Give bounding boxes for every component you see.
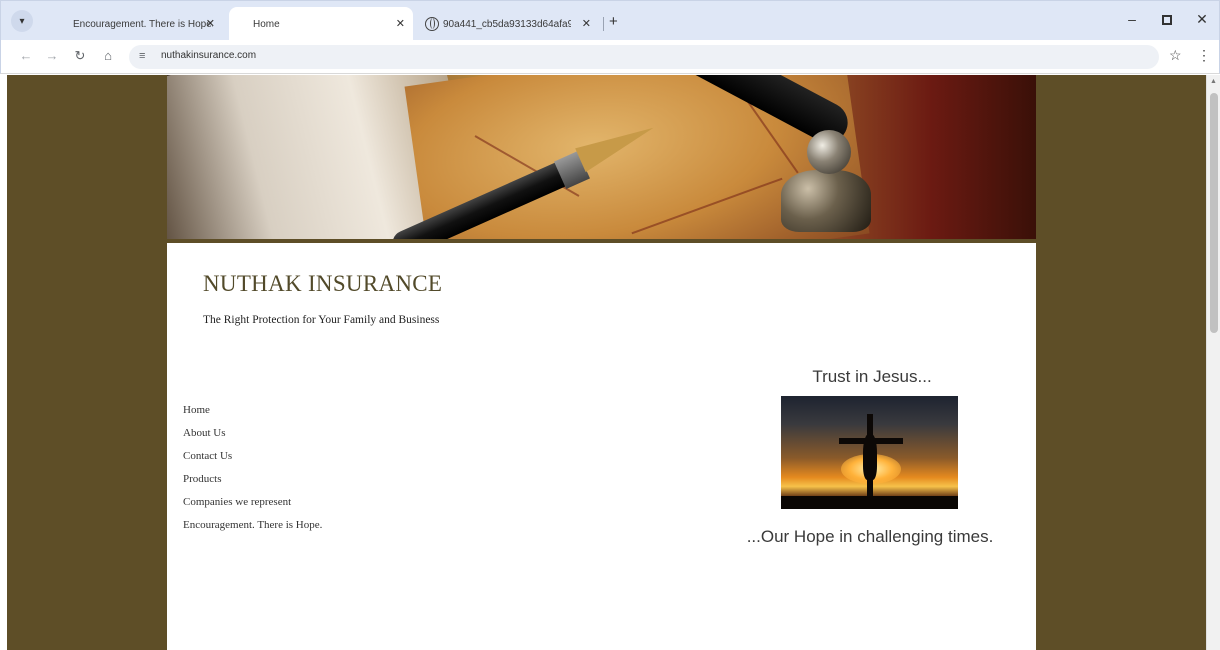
chevron-down-icon: ▾ (19, 15, 25, 27)
page-content: NUTHAK INSURANCE The Right Protection fo… (167, 75, 1036, 650)
browser-toolbar: ← → ↻ ⌂ ≡ nuthakinsurance.com ☆ ⋮ (0, 40, 1220, 74)
tab-search-button[interactable]: ▾ (11, 10, 33, 32)
nav-home[interactable]: Home (183, 403, 322, 426)
reload-button[interactable]: ↻ (71, 48, 89, 64)
trust-heading: Trust in Jesus... (812, 367, 932, 386)
nav-contact-us[interactable]: Contact Us (183, 449, 322, 472)
scrollbar-thumb[interactable] (1210, 93, 1218, 333)
site-tagline: The Right Protection for Your Family and… (203, 314, 440, 326)
tune-icon[interactable]: ≡ (139, 50, 145, 62)
tab-strip: ▾ Encouragement. There is Hope. ✕ Home ✕… (0, 0, 1220, 41)
header-image (167, 75, 1036, 239)
forward-button[interactable]: → (43, 48, 61, 63)
tab-label: Encouragement. There is Hope. (73, 18, 213, 30)
close-icon: ✕ (1196, 11, 1208, 27)
tab-separator (603, 17, 604, 31)
close-icon[interactable]: ✕ (582, 17, 591, 30)
scroll-up-icon[interactable]: ▲ (1210, 78, 1217, 85)
inkwell-knob (807, 130, 851, 174)
minimize-icon: – (1128, 11, 1136, 27)
page-scrollbar[interactable]: ▲ (1206, 75, 1220, 650)
nav-companies[interactable]: Companies we represent (183, 495, 322, 518)
nav-about-us[interactable]: About Us (183, 426, 322, 449)
tab-home[interactable]: Home ✕ (229, 7, 413, 41)
crucifix-sunset-image (781, 396, 958, 509)
minimize-button[interactable]: – (1122, 11, 1142, 27)
header-divider (167, 239, 1036, 243)
hope-text: ...Our Hope in challenging times. (746, 527, 994, 546)
back-button[interactable]: ← (17, 48, 35, 63)
reload-icon: ↻ (74, 48, 86, 63)
address-bar[interactable]: ≡ nuthakinsurance.com (129, 45, 1159, 69)
more-vert-icon[interactable]: ⋮ (1197, 47, 1211, 64)
nav-encouragement[interactable]: Encouragement. There is Hope. (183, 518, 322, 541)
tab-image[interactable]: 90a441_cb5da93133d64afa9939... ✕ (415, 7, 599, 41)
globe-icon (425, 17, 439, 31)
ground-silhouette (781, 496, 958, 509)
site-title: NUTHAK INSURANCE (203, 271, 443, 296)
star-icon[interactable]: ☆ (1169, 47, 1182, 64)
tab-label: 90a441_cb5da93133d64afa9939... (443, 18, 571, 30)
maximize-icon (1162, 15, 1172, 25)
maximize-button[interactable] (1157, 11, 1177, 28)
site-nav: Home About Us Contact Us Products Compan… (183, 403, 322, 541)
close-icon[interactable]: ✕ (206, 17, 215, 30)
arrow-left-icon: ← (19, 48, 33, 63)
new-tab-button[interactable]: + (609, 13, 618, 30)
crucifix-figure (863, 434, 877, 480)
tab-encouragement[interactable]: Encouragement. There is Hope. ✕ (53, 7, 223, 41)
close-icon[interactable]: ✕ (396, 17, 405, 30)
nav-products[interactable]: Products (183, 472, 322, 495)
page-viewport: NUTHAK INSURANCE The Right Protection fo… (7, 75, 1206, 650)
home-button[interactable]: ⌂ (99, 48, 117, 63)
arrow-right-icon: → (45, 48, 59, 63)
inkwell-base (781, 170, 871, 232)
home-icon: ⌂ (104, 48, 112, 63)
window-close-button[interactable]: ✕ (1192, 11, 1212, 28)
url-text[interactable]: nuthakinsurance.com (161, 50, 256, 61)
plus-icon: + (609, 13, 618, 30)
tab-label: Home (253, 18, 280, 30)
